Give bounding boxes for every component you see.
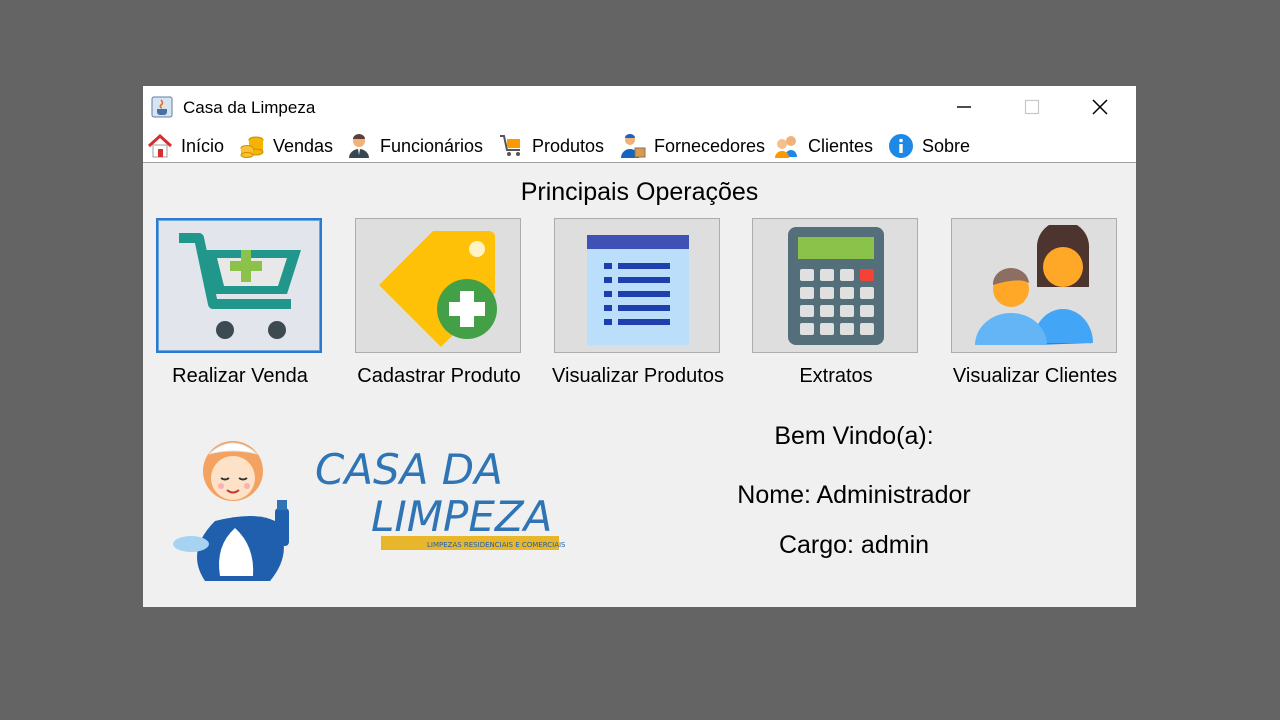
cadastrar-produto-button[interactable] xyxy=(355,218,521,353)
menu-clientes[interactable]: Clientes xyxy=(774,133,873,159)
menu-fornecedores[interactable]: Fornecedores xyxy=(620,133,765,159)
realizar-venda-button[interactable] xyxy=(156,218,322,353)
minimize-icon xyxy=(957,106,971,108)
maximize-button[interactable] xyxy=(998,86,1066,130)
list-icon xyxy=(587,235,689,345)
menu-label: Vendas xyxy=(273,135,334,156)
menu-bar: Início Vendas Funcionários Produtos Forn… xyxy=(143,130,1136,163)
info-icon xyxy=(889,134,913,158)
logo-text-line2: LIMPEZA xyxy=(371,492,552,541)
products-cart-icon xyxy=(500,135,520,156)
realizar-venda-label: Realizar Venda xyxy=(172,365,308,387)
menu-funcionarios[interactable]: Funcionários xyxy=(346,133,483,159)
logo-text-line1: CASA DA xyxy=(315,445,503,494)
minimize-button[interactable] xyxy=(930,86,998,130)
title-bar[interactable]: Casa da Limpeza xyxy=(143,86,1136,130)
supplier-icon xyxy=(621,134,646,158)
employee-icon xyxy=(349,134,369,158)
cart-add-icon xyxy=(179,233,301,339)
visualizar-produtos-button[interactable] xyxy=(554,218,720,353)
menu-label: Sobre xyxy=(922,135,971,156)
window-title: Casa da Limpeza xyxy=(183,98,316,117)
menu-label: Funcionários xyxy=(380,135,484,156)
main-window: Casa da Limpeza Início Vendas Funcionári… xyxy=(143,86,1136,607)
menu-produtos[interactable]: Produtos xyxy=(498,133,604,159)
menu-vendas[interactable]: Vendas xyxy=(239,133,333,159)
close-button[interactable] xyxy=(1066,86,1134,130)
java-app-icon xyxy=(151,96,173,118)
tag-add-icon xyxy=(379,231,497,347)
visualizar-clientes-label: Visualizar Clientes xyxy=(952,365,1118,387)
menu-label: Fornecedores xyxy=(654,135,766,156)
menu-inicio[interactable]: Início xyxy=(147,133,224,159)
menu-label: Início xyxy=(181,135,225,156)
casa-da-limpeza-logo: CASA DA LIMPEZA LIMPEZAS RESIDENCIAIS E … xyxy=(173,441,565,581)
extratos-label: Extratos xyxy=(799,365,873,387)
visualizar-clientes-button[interactable] xyxy=(951,218,1117,353)
visualizar-produtos-label: Visualizar Produtos xyxy=(552,365,724,387)
maximize-icon xyxy=(1024,99,1040,115)
calculator-icon xyxy=(788,227,884,345)
cadastrar-produto-label: Cadastrar Produto xyxy=(357,365,521,387)
close-icon xyxy=(1092,99,1108,115)
clients-icon xyxy=(775,136,797,158)
people-icon xyxy=(975,225,1093,345)
extratos-button[interactable] xyxy=(752,218,918,353)
menu-sobre[interactable]: Sobre xyxy=(888,133,970,159)
home-icon xyxy=(147,133,173,158)
page-title: Principais Operações xyxy=(520,178,759,206)
user-name: Nome: Administrador xyxy=(737,481,971,509)
logo-tagline: LIMPEZAS RESIDENCIAIS E COMERCIAIS xyxy=(427,541,565,549)
menu-label: Clientes xyxy=(808,135,874,156)
user-role: Cargo: admin xyxy=(778,531,930,559)
coins-icon xyxy=(240,136,264,158)
welcome-text: Bem Vindo(a): xyxy=(774,422,934,450)
menu-label: Produtos xyxy=(532,135,605,156)
